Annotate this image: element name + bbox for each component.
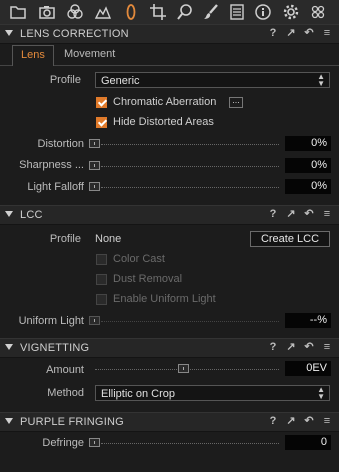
distortion-label: Distortion [37, 138, 84, 150]
updown-arrow-icon: ▲ ▼ [317, 72, 325, 88]
exposure-icon[interactable] [93, 2, 113, 22]
collapse-triangle-icon[interactable] [5, 418, 13, 424]
sharpness-slider-track[interactable] [101, 166, 279, 168]
search-icon[interactable] [175, 2, 195, 22]
method-label: Method [47, 387, 84, 399]
menu-icon[interactable]: ≡ [321, 341, 333, 354]
tab-movement[interactable]: Movement [56, 45, 123, 64]
profile-label: Profile [49, 74, 81, 86]
updown-arrow-icon: ▲ ▼ [317, 385, 325, 401]
lens-profile-select[interactable]: Generic ▲ ▼ [95, 72, 330, 88]
sharpness-slider-knob[interactable] [89, 161, 100, 170]
header-actions: ? ↗ ↶ ≡ [267, 208, 333, 221]
expand-icon[interactable]: ↗ [285, 341, 297, 354]
help-icon[interactable]: ? [267, 27, 279, 40]
reset-icon[interactable]: ↶ [303, 27, 315, 40]
section-title: PURPLE FRINGING [20, 416, 124, 428]
metadata-icon[interactable] [227, 2, 247, 22]
tool-tab-bar [0, 0, 339, 25]
lcc-header[interactable]: LCC ? ↗ ↶ ≡ [0, 205, 339, 225]
gear-icon[interactable] [281, 2, 301, 22]
section-title: LENS CORRECTION [20, 28, 129, 40]
menu-icon[interactable]: ≡ [321, 208, 333, 221]
sharpness-value[interactable]: 0% [285, 158, 331, 173]
color-cast-label: Color Cast [113, 253, 165, 265]
hide-distorted-checkbox[interactable] [96, 117, 107, 128]
camera-icon[interactable] [37, 2, 57, 22]
lcc-profile-value: None [95, 233, 122, 245]
amount-label: Amount [46, 364, 84, 376]
dust-removal-checkbox[interactable] [96, 274, 107, 285]
defringe-value[interactable]: 0 [285, 435, 331, 450]
dust-removal-label: Dust Removal [113, 273, 183, 285]
ellipsis-button[interactable]: ... [229, 96, 243, 108]
info-icon[interactable] [253, 2, 273, 22]
uniform-light-label: Uniform Light [18, 315, 84, 327]
help-icon[interactable]: ? [267, 208, 279, 221]
defringe-label: Defringe [42, 437, 84, 449]
tab-lens[interactable]: Lens [12, 45, 54, 66]
expand-icon[interactable]: ↗ [285, 27, 297, 40]
lcc-profile-label: Profile [49, 233, 81, 245]
uniform-light-value[interactable]: --% [285, 313, 331, 328]
distortion-slider-knob[interactable] [89, 139, 100, 148]
header-actions: ? ↗ ↶ ≡ [267, 415, 333, 428]
help-icon[interactable]: ? [267, 341, 279, 354]
hide-distorted-label: Hide Distorted Areas [113, 116, 214, 128]
purple-fringing-header[interactable]: PURPLE FRINGING ? ↗ ↶ ≡ [0, 412, 339, 432]
method-value: Elliptic on Crop [101, 388, 175, 400]
section-title: VIGNETTING [20, 342, 90, 354]
collapse-triangle-icon[interactable] [5, 30, 13, 36]
lens-correction-header[interactable]: LENS CORRECTION ? ↗ ↶ ≡ [0, 24, 339, 44]
collapse-triangle-icon[interactable] [5, 211, 13, 217]
amount-slider-knob[interactable] [178, 364, 189, 373]
brush-icon[interactable] [201, 2, 221, 22]
defringe-slider-track[interactable] [101, 443, 279, 445]
vignetting-header[interactable]: VIGNETTING ? ↗ ↶ ≡ [0, 338, 339, 358]
menu-icon[interactable]: ≡ [321, 415, 333, 428]
expand-icon[interactable]: ↗ [285, 208, 297, 221]
reset-icon[interactable]: ↶ [303, 415, 315, 428]
distortion-value[interactable]: 0% [285, 136, 331, 151]
color-circles-icon[interactable] [65, 2, 85, 22]
lens-profile-value: Generic [101, 75, 140, 87]
vignetting-method-select[interactable]: Elliptic on Crop ▲ ▼ [95, 385, 330, 401]
lens-icon[interactable] [121, 2, 141, 22]
light-falloff-slider-knob[interactable] [89, 182, 100, 191]
light-falloff-value[interactable]: 0% [285, 179, 331, 194]
reset-icon[interactable]: ↶ [303, 341, 315, 354]
section-title: LCC [20, 209, 43, 221]
chromatic-aberration-label: Chromatic Aberration [113, 96, 217, 108]
uniform-light-slider-track[interactable] [101, 321, 279, 323]
light-falloff-label: Light Falloff [27, 181, 84, 193]
enable-uniform-light-label: Enable Uniform Light [113, 293, 216, 305]
uniform-light-slider-knob[interactable] [89, 316, 100, 325]
expand-icon[interactable]: ↗ [285, 415, 297, 428]
lens-tabs: Lens Movement [0, 45, 339, 66]
amount-value[interactable]: 0EV [285, 361, 331, 376]
create-lcc-button[interactable]: Create LCC [250, 231, 330, 247]
crop-icon[interactable] [148, 2, 168, 22]
distortion-slider-track[interactable] [101, 144, 279, 146]
batch-icon[interactable] [308, 2, 328, 22]
header-actions: ? ↗ ↶ ≡ [267, 27, 333, 40]
folder-icon[interactable] [8, 2, 28, 22]
light-falloff-slider-track[interactable] [101, 187, 279, 189]
collapse-triangle-icon[interactable] [5, 344, 13, 350]
reset-icon[interactable]: ↶ [303, 208, 315, 221]
menu-icon[interactable]: ≡ [321, 27, 333, 40]
header-actions: ? ↗ ↶ ≡ [267, 341, 333, 354]
defringe-slider-knob[interactable] [89, 438, 100, 447]
chromatic-aberration-checkbox[interactable] [96, 97, 107, 108]
color-cast-checkbox[interactable] [96, 254, 107, 265]
enable-uniform-light-checkbox[interactable] [96, 294, 107, 305]
help-icon[interactable]: ? [267, 415, 279, 428]
sharpness-label: Sharpness ... [19, 159, 84, 171]
